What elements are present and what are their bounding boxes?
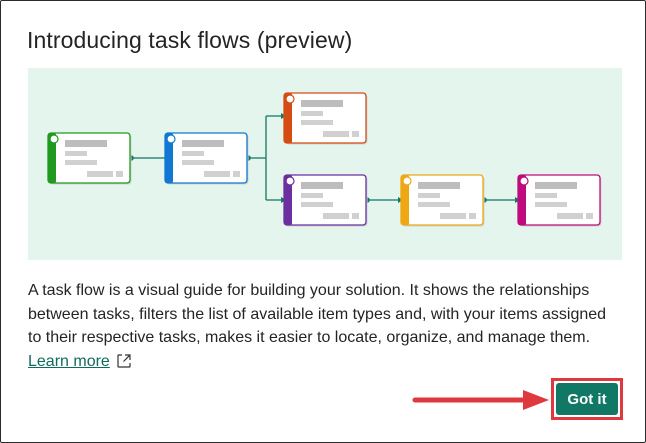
task-flow-diagram [47, 92, 602, 227]
task-card [400, 174, 485, 227]
dialog-title: Introducing task flows (preview) [27, 27, 353, 53]
right-arrow-icon [412, 390, 549, 410]
task-card [283, 92, 368, 145]
learn-more-link[interactable]: Learn more [28, 353, 110, 370]
description-text: A task flow is a visual guide for buildi… [28, 282, 607, 346]
external-link-icon[interactable] [116, 353, 132, 377]
task-cards [47, 92, 602, 227]
task-card [283, 174, 368, 227]
dialog-description: A task flow is a visual guide for buildi… [28, 279, 622, 376]
task-card [47, 132, 132, 185]
task-card [164, 132, 249, 185]
got-it-highlight: Got it [551, 378, 623, 420]
task-card [517, 174, 602, 227]
got-it-button[interactable]: Got it [556, 383, 618, 415]
task-flow-illustration [28, 68, 622, 260]
task-flows-dialog: Introducing task flows (preview) A task … [0, 0, 646, 443]
